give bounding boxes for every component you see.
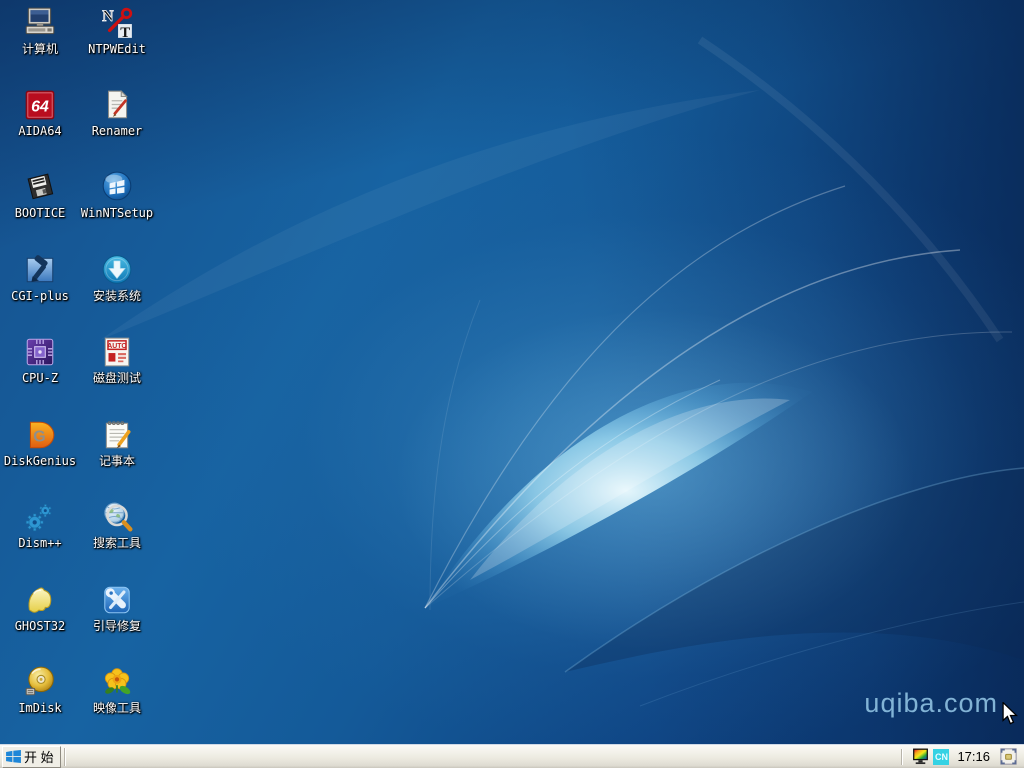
svg-text:G: G bbox=[33, 428, 45, 445]
icon-label: NTPWEdit bbox=[88, 42, 146, 56]
desktop-icon-renamer[interactable]: Renamer bbox=[80, 88, 154, 140]
desktop-icon-image-tool[interactable]: 映像工具 bbox=[80, 665, 154, 717]
ntpwedit-icon: N T bbox=[102, 8, 133, 40]
aida64-icon: 64 bbox=[25, 90, 55, 120]
icon-label: Renamer bbox=[91, 124, 143, 138]
dism-gears-icon bbox=[25, 504, 52, 532]
desktop-icon-computer[interactable]: 计算机 bbox=[3, 6, 77, 58]
input-language-indicator[interactable]: CN bbox=[933, 748, 950, 765]
taskbar-divider bbox=[63, 747, 66, 766]
taskbar: 开 始 CN 17:16 bbox=[0, 744, 1024, 768]
icon-label: 引导修复 bbox=[92, 619, 141, 633]
icon-label: BOOTICE bbox=[14, 206, 66, 220]
wallpaper-watermark: uqiba.com bbox=[864, 688, 998, 718]
bootice-icon bbox=[27, 173, 54, 200]
desktop-icon-bootice[interactable]: BOOTICE bbox=[3, 170, 77, 222]
imdisk-icon bbox=[25, 666, 54, 696]
svg-text:AUTO: AUTO bbox=[107, 343, 127, 350]
desktop-icon-imdisk[interactable]: ImDisk bbox=[3, 665, 77, 717]
search-tool-icon bbox=[104, 502, 133, 532]
system-tray: CN 17:16 bbox=[899, 745, 1024, 768]
icon-label: GHOST32 bbox=[14, 619, 66, 633]
desktop-icon-dism[interactable]: Dism++ bbox=[3, 500, 77, 552]
icon-label: AIDA64 bbox=[18, 124, 62, 138]
desktop-icon-cpu-z[interactable]: CPU-Z bbox=[3, 335, 77, 387]
icon-label: DiskGenius bbox=[3, 454, 77, 468]
desktop-icon-ghost32[interactable]: GHOST32 bbox=[3, 583, 77, 635]
install-system-icon bbox=[102, 255, 132, 284]
desktop-icon-aida64[interactable]: 64 AIDA64 bbox=[3, 88, 77, 140]
icon-label: 计算机 bbox=[21, 42, 58, 56]
desktop-icon-notepad[interactable]: 记事本 bbox=[80, 418, 154, 470]
icon-label: 映像工具 bbox=[92, 701, 141, 715]
computer-icon bbox=[25, 7, 55, 35]
icon-label: 磁盘测试 bbox=[92, 371, 141, 385]
desktop-icon-cgi-plus[interactable]: CGI-plus bbox=[3, 253, 77, 305]
desktop-icon-ntpwedit[interactable]: N T NTPWEdit bbox=[80, 6, 154, 58]
desktop-icon-diskgenius[interactable]: G DiskGenius bbox=[3, 418, 77, 470]
desktop-icon-search-tool[interactable]: 搜索工具 bbox=[80, 500, 154, 552]
icon-label: CGI-plus bbox=[11, 289, 69, 303]
svg-text:N: N bbox=[102, 8, 114, 25]
svg-text:64: 64 bbox=[31, 98, 49, 115]
icon-label: CPU-Z bbox=[21, 371, 59, 385]
start-button[interactable]: 开 始 bbox=[2, 745, 61, 768]
tray-separator bbox=[901, 748, 904, 765]
windows-logo-icon bbox=[6, 750, 21, 763]
icon-label: 搜索工具 bbox=[92, 536, 141, 550]
taskbar-clock[interactable]: 17:16 bbox=[957, 749, 990, 764]
icon-label: WinNTSetup bbox=[80, 206, 154, 220]
ghost32-icon bbox=[28, 587, 52, 613]
start-button-label: 开 始 bbox=[24, 750, 54, 765]
boot-repair-icon bbox=[104, 586, 130, 614]
desktop-icon-disk-test[interactable]: AUTO 磁盘测试 bbox=[80, 335, 154, 387]
notepad-icon bbox=[105, 421, 131, 449]
show-desktop-tray-icon[interactable] bbox=[1000, 748, 1017, 765]
desktop-icon-boot-repair[interactable]: 引导修复 bbox=[80, 583, 154, 635]
display-settings-tray-icon[interactable] bbox=[912, 748, 929, 765]
desktop: 计算机 64 AIDA64 BOOTICE CGI-plus CPU-Z G D… bbox=[0, 0, 1024, 744]
icon-label: ImDisk bbox=[18, 701, 62, 715]
winntsetup-icon bbox=[102, 171, 132, 201]
renamer-icon bbox=[107, 89, 128, 119]
image-tool-icon bbox=[104, 668, 131, 695]
mouse-cursor bbox=[1002, 702, 1019, 725]
svg-text:T: T bbox=[120, 25, 130, 40]
disk-test-icon: AUTO bbox=[104, 337, 130, 367]
icon-label: Dism++ bbox=[18, 536, 62, 550]
icon-label: 记事本 bbox=[98, 454, 135, 468]
cgi-plus-icon bbox=[26, 255, 54, 283]
diskgenius-icon: G bbox=[29, 421, 55, 449]
desktop-icon-install-system[interactable]: 安装系统 bbox=[80, 253, 154, 305]
desktop-icon-winntsetup[interactable]: WinNTSetup bbox=[80, 170, 154, 222]
cpu-z-icon bbox=[26, 338, 54, 366]
icon-label: 安装系统 bbox=[92, 289, 141, 303]
